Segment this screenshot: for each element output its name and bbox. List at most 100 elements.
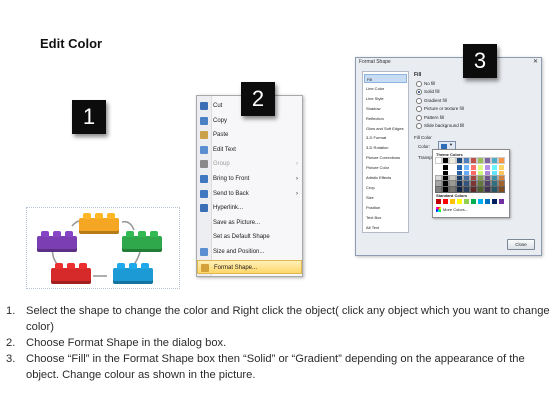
theme-color-swatch[interactable] xyxy=(491,174,498,182)
menu-item-edit-text[interactable]: Edit Text xyxy=(197,143,302,157)
theme-color-swatch[interactable] xyxy=(456,174,463,182)
theme-color-swatch[interactable] xyxy=(463,164,470,172)
theme-color-swatch[interactable] xyxy=(491,180,498,188)
dialog-close-icon[interactable]: ✕ xyxy=(533,58,538,65)
category-picture-color[interactable]: Picture Color xyxy=(364,163,407,172)
theme-color-swatch[interactable] xyxy=(484,174,491,182)
category-fill[interactable]: Fill xyxy=(364,74,407,83)
category-artistic-effects[interactable]: Artistic Effects xyxy=(364,173,407,182)
theme-color-swatch[interactable] xyxy=(498,164,505,172)
theme-color-swatch[interactable] xyxy=(477,157,484,164)
theme-color-swatch[interactable] xyxy=(470,169,477,177)
purple-brick[interactable] xyxy=(37,231,77,252)
theme-color-swatch[interactable] xyxy=(491,157,498,164)
red-brick[interactable] xyxy=(51,263,91,284)
category-text-box[interactable]: Text Box xyxy=(364,213,407,222)
fill-option-pattern-fill[interactable]: Pattern fill xyxy=(416,114,444,121)
fill-option-slide-background-fill[interactable]: Slide background fill xyxy=(416,123,464,129)
theme-color-swatch[interactable] xyxy=(477,174,484,182)
standard-color-swatch[interactable] xyxy=(492,199,497,204)
fill-option-no-fill[interactable]: No fill xyxy=(416,81,435,87)
theme-color-swatch[interactable] xyxy=(442,185,449,193)
category-size[interactable]: Size xyxy=(364,193,407,202)
standard-color-swatch[interactable] xyxy=(471,199,476,204)
theme-color-swatch[interactable] xyxy=(470,180,477,188)
lego-diagram[interactable] xyxy=(26,207,180,289)
theme-color-swatch[interactable] xyxy=(456,164,463,172)
category-position[interactable]: Position xyxy=(364,203,407,212)
menu-item-set-as-default-shape[interactable]: Set as Default Shape xyxy=(197,230,302,244)
theme-color-swatch[interactable] xyxy=(463,174,470,182)
theme-color-swatch[interactable] xyxy=(435,164,442,172)
theme-color-swatch[interactable] xyxy=(484,185,491,193)
standard-color-swatch[interactable] xyxy=(443,199,448,204)
category-shadow[interactable]: Shadow xyxy=(364,104,407,113)
fill-option-gradient-fill[interactable]: Gradient fill xyxy=(416,97,447,104)
menu-item-hyperlink[interactable]: Hyperlink... xyxy=(197,201,302,215)
theme-color-swatch[interactable] xyxy=(463,157,470,164)
theme-color-swatch[interactable] xyxy=(442,169,449,177)
theme-color-swatch[interactable] xyxy=(477,185,484,193)
theme-color-swatch[interactable] xyxy=(484,164,491,172)
theme-color-swatch[interactable] xyxy=(477,180,484,188)
category-picture-corrections[interactable]: Picture Corrections xyxy=(364,153,407,162)
theme-color-swatch[interactable] xyxy=(435,157,442,164)
standard-color-swatch[interactable] xyxy=(436,199,441,204)
standard-color-swatch[interactable] xyxy=(485,199,490,204)
standard-color-swatch[interactable] xyxy=(478,199,483,204)
category-line-color[interactable]: Line Color xyxy=(364,84,407,93)
standard-color-swatch[interactable] xyxy=(464,199,469,204)
theme-color-swatch[interactable] xyxy=(449,174,456,182)
theme-color-swatch[interactable] xyxy=(498,169,505,177)
category-3-d-format[interactable]: 3-D Format xyxy=(364,133,407,142)
theme-color-swatch[interactable] xyxy=(470,185,477,193)
menu-item-format-shape[interactable]: Format Shape... xyxy=(197,259,302,274)
category-line-style[interactable]: Line Style xyxy=(364,94,407,103)
theme-color-swatch[interactable] xyxy=(470,157,477,164)
theme-color-swatch[interactable] xyxy=(491,185,498,193)
theme-color-swatch[interactable] xyxy=(463,169,470,177)
category-reflection[interactable]: Reflection xyxy=(364,114,407,123)
theme-color-swatch[interactable] xyxy=(449,185,456,193)
theme-color-swatch[interactable] xyxy=(470,164,477,172)
orange-brick[interactable] xyxy=(79,213,119,234)
theme-color-swatch[interactable] xyxy=(498,185,505,193)
menu-item-group[interactable]: Group › xyxy=(197,157,302,171)
theme-color-swatch[interactable] xyxy=(498,174,505,182)
category-3-d-rotation[interactable]: 3-D Rotation xyxy=(364,143,407,152)
menu-item-size-and-position[interactable]: Size and Position... xyxy=(197,245,302,259)
category-alt-text[interactable]: Alt Text xyxy=(364,223,407,232)
green-brick[interactable] xyxy=(122,231,162,252)
theme-color-swatch[interactable] xyxy=(463,185,470,193)
menu-item-save-as-picture[interactable]: Save as Picture... xyxy=(197,216,302,230)
standard-color-swatch[interactable] xyxy=(457,199,462,204)
fill-option-picture-or-texture-fill[interactable]: Picture or texture fill xyxy=(416,106,464,113)
menu-item-send-to-back[interactable]: Send to Back › xyxy=(197,187,302,201)
theme-color-swatch[interactable] xyxy=(484,169,491,177)
theme-color-swatch[interactable] xyxy=(463,180,470,188)
fill-option-solid-fill[interactable]: Solid fill xyxy=(416,89,440,96)
theme-color-swatch[interactable] xyxy=(491,169,498,177)
theme-color-swatch[interactable] xyxy=(449,157,456,164)
theme-color-swatch[interactable] xyxy=(442,174,449,182)
theme-color-swatch[interactable] xyxy=(498,157,505,164)
theme-color-swatch[interactable] xyxy=(442,164,449,172)
theme-color-swatch[interactable] xyxy=(449,169,456,177)
theme-color-swatch[interactable] xyxy=(498,180,505,188)
theme-color-swatch[interactable] xyxy=(456,169,463,177)
close-button[interactable]: Close xyxy=(507,239,535,250)
menu-item-bring-to-front[interactable]: Bring to Front › xyxy=(197,172,302,186)
theme-color-swatch[interactable] xyxy=(484,157,491,164)
category-glow-and-soft-edges[interactable]: Glow and Soft Edges xyxy=(364,124,407,133)
theme-color-swatch[interactable] xyxy=(477,169,484,177)
standard-color-swatch[interactable] xyxy=(499,199,504,204)
theme-color-swatch[interactable] xyxy=(442,180,449,188)
category-crop[interactable]: Crop xyxy=(364,183,407,192)
theme-color-swatch[interactable] xyxy=(435,169,442,177)
theme-color-swatch[interactable] xyxy=(435,185,442,193)
blue-brick[interactable] xyxy=(113,263,153,284)
menu-item-paste[interactable]: Paste xyxy=(197,128,302,142)
theme-color-swatch[interactable] xyxy=(449,180,456,188)
theme-color-swatch[interactable] xyxy=(449,164,456,172)
theme-color-swatch[interactable] xyxy=(456,185,463,193)
